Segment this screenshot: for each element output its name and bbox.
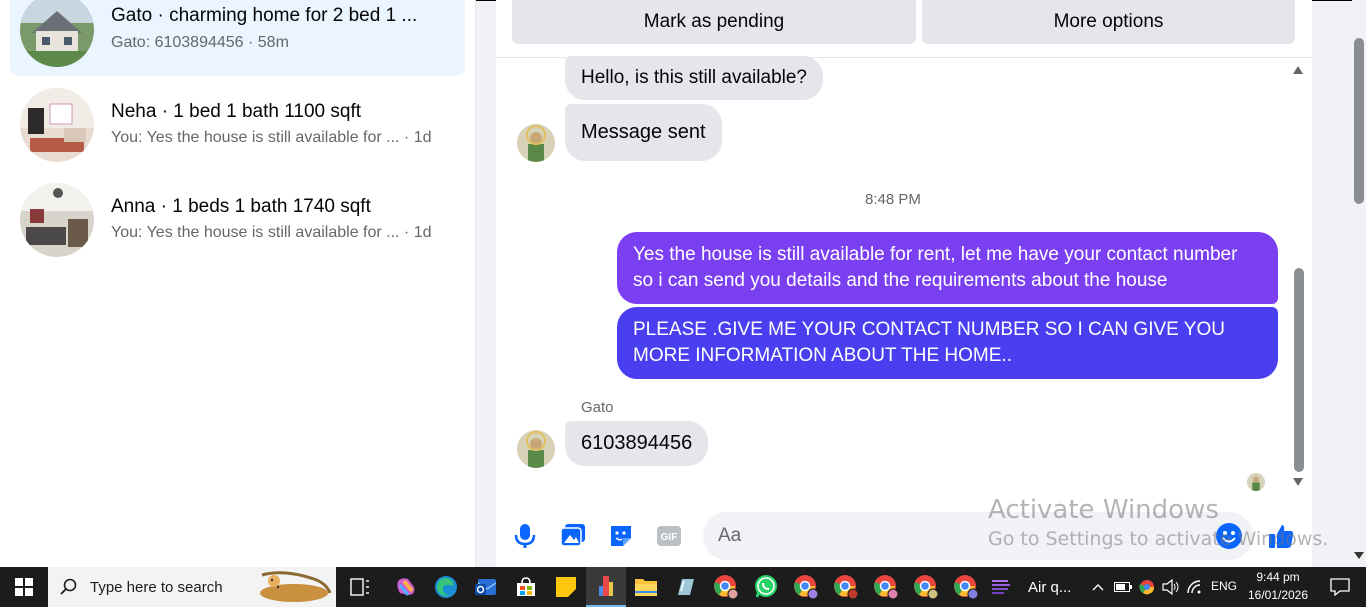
- conversation-title: Gato · charming home for 2 bed 1 ...: [111, 5, 418, 26]
- whatsapp-icon[interactable]: [746, 567, 786, 607]
- notes-app-icon[interactable]: [666, 567, 706, 607]
- clock-time[interactable]: 9:44 pm: [1244, 570, 1312, 584]
- input-language[interactable]: ENG: [1208, 579, 1240, 593]
- edge-icon[interactable]: [426, 567, 466, 607]
- chrome-profile-icon[interactable]: [826, 567, 866, 607]
- mark-as-pending-button[interactable]: Mark as pending: [512, 0, 916, 44]
- scroll-up-icon[interactable]: [1293, 66, 1303, 74]
- active-app-icon[interactable]: [586, 567, 626, 607]
- store-icon[interactable]: [506, 567, 546, 607]
- chrome-tray-icon[interactable]: [1136, 567, 1158, 607]
- wifi-icon[interactable]: [1184, 567, 1206, 607]
- conversation-title: Anna · 1 beds 1 bath 1740 sqft: [111, 196, 371, 217]
- sticky-notes-icon[interactable]: [546, 567, 586, 607]
- sender-name: Gato: [581, 399, 614, 416]
- sender-avatar: [517, 124, 555, 162]
- scroll-down-icon[interactable]: [1293, 478, 1303, 486]
- incoming-message: Hello, is this still available?: [565, 56, 823, 100]
- sticker-icon[interactable]: [607, 522, 635, 550]
- activate-windows-subtitle: Go to Settings to activate Windows.: [988, 528, 1329, 550]
- chevron-up-icon[interactable]: [1088, 567, 1108, 607]
- photo-icon[interactable]: [559, 522, 587, 550]
- windows-taskbar: Type here to search Air q... ENG 9:44 pm…: [0, 567, 1366, 607]
- outlook-icon[interactable]: [466, 567, 506, 607]
- incoming-message: Message sent: [565, 104, 722, 161]
- conversation-item-neha[interactable]: Neha · 1 bed 1 bath 1100 sqft You: Yes t…: [10, 81, 465, 169]
- listing-avatar: [20, 0, 94, 67]
- air-quality-widget[interactable]: Air q...: [990, 567, 1080, 607]
- task-view-icon[interactable]: [340, 567, 380, 607]
- start-button[interactable]: [4, 567, 44, 607]
- conversation-preview: You: Yes the house is still available fo…: [111, 129, 432, 146]
- conversation-preview: Gato: 6103894456 · 58m: [111, 34, 289, 51]
- chrome-profile-icon[interactable]: [786, 567, 826, 607]
- chrome-profile-icon[interactable]: [706, 567, 746, 607]
- gif-icon[interactable]: GIF: [655, 522, 683, 550]
- conversation-item-anna[interactable]: Anna · 1 beds 1 bath 1740 sqft You: Yes …: [10, 176, 465, 264]
- page-scroll-down-icon[interactable]: [1354, 552, 1364, 560]
- widget-label: Air q...: [1028, 578, 1072, 596]
- outgoing-message: PLEASE .GIVE ME YOUR CONTACT NUMBER SO I…: [617, 307, 1278, 379]
- incoming-message: 6103894456: [565, 421, 709, 466]
- message-timestamp: 8:48 PM: [865, 191, 921, 208]
- seen-receipt-avatar: [1247, 473, 1265, 491]
- volume-icon[interactable]: [1160, 567, 1182, 607]
- chrome-profile-icon[interactable]: [866, 567, 906, 607]
- activate-windows-title: Activate Windows: [988, 495, 1219, 525]
- microphone-icon[interactable]: [511, 522, 539, 550]
- conversation-item-gato[interactable]: Gato · charming home for 2 bed 1 ... Gat…: [10, 0, 465, 76]
- air-quality-icon: [992, 580, 1010, 594]
- battery-icon[interactable]: [1112, 567, 1134, 607]
- chat-scroll-thumb[interactable]: [1294, 268, 1304, 472]
- chrome-profile-icon[interactable]: [946, 567, 986, 607]
- conversation-title: Neha · 1 bed 1 bath 1100 sqft: [111, 101, 361, 122]
- notifications-icon[interactable]: [1320, 567, 1360, 607]
- listing-avatar: [20, 183, 94, 257]
- conversation-list: Gato · charming home for 2 bed 1 ... Gat…: [0, 0, 476, 567]
- file-explorer-icon[interactable]: [626, 567, 666, 607]
- clock-date[interactable]: 16/01/2026: [1244, 588, 1312, 602]
- messenger-app: Gato · charming home for 2 bed 1 ... Gat…: [0, 0, 1366, 567]
- copilot-icon[interactable]: [386, 567, 426, 607]
- listing-avatar: [20, 88, 94, 162]
- search-icon: [60, 578, 77, 595]
- chrome-profile-icon[interactable]: [906, 567, 946, 607]
- more-options-button[interactable]: More options: [922, 0, 1295, 44]
- page-scroll-thumb[interactable]: [1354, 38, 1364, 204]
- sender-avatar: [517, 430, 555, 468]
- outgoing-message: Yes the house is still available for ren…: [617, 232, 1278, 304]
- conversation-preview: You: Yes the house is still available fo…: [111, 224, 432, 241]
- search-highlight-image: [260, 571, 332, 602]
- search-placeholder: Type here to search: [90, 578, 223, 596]
- svg-text:GIF: GIF: [661, 532, 678, 543]
- taskbar-search[interactable]: Type here to search: [48, 567, 336, 607]
